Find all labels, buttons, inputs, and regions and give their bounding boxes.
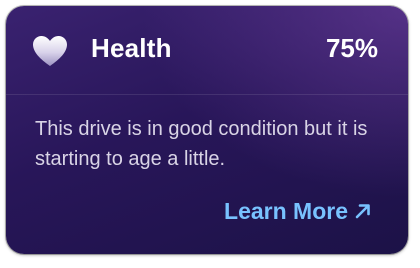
learn-more-link[interactable]: Learn More: [224, 198, 372, 226]
arrow-up-right-icon: [354, 199, 372, 226]
heart-icon: [32, 35, 68, 67]
health-description: This drive is in good condition but it i…: [35, 118, 368, 170]
learn-more-label: Learn More: [224, 198, 348, 224]
health-percent: 75%: [325, 33, 378, 63]
health-title: Health: [91, 33, 172, 63]
health-card: Health 75% This drive is in good conditi…: [6, 6, 408, 254]
health-header: Health 75%: [6, 6, 408, 95]
